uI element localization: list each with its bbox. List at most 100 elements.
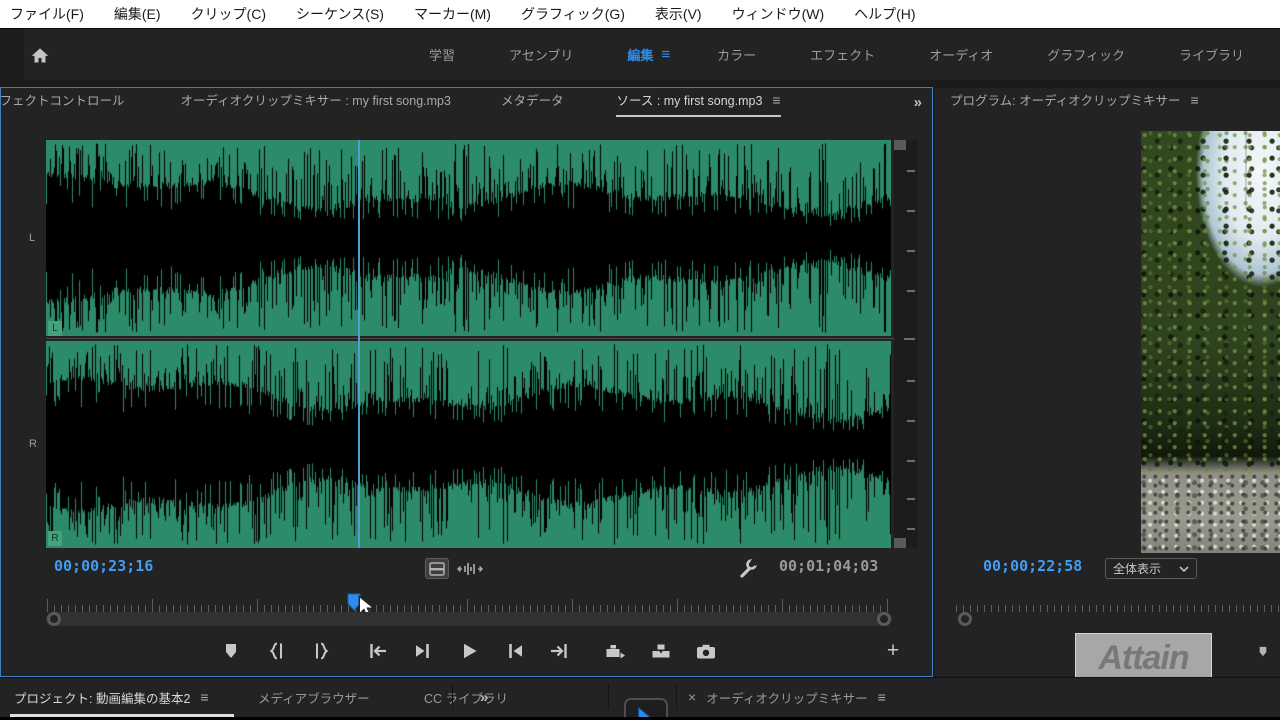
- film-strip-icon: [429, 562, 445, 576]
- menu-item-5[interactable]: グラフィック(G): [521, 4, 625, 24]
- source-panel-tab-2[interactable]: メタデータ: [501, 90, 564, 117]
- panel-menu-icon[interactable]: ≡: [772, 92, 780, 108]
- step-forward-button[interactable]: [502, 638, 528, 664]
- export-frame-button[interactable]: [693, 638, 719, 664]
- source-zoom-scrollbar[interactable]: [46, 612, 892, 626]
- ruler-tick: [313, 605, 314, 612]
- workspace-tab-6[interactable]: グラフィック: [1020, 45, 1152, 64]
- workspace-tab-3[interactable]: カラー: [690, 45, 783, 64]
- program-add-marker-button[interactable]: [1255, 644, 1271, 659]
- play-button[interactable]: [456, 638, 482, 664]
- video-riverbed: [1141, 473, 1280, 553]
- ruler-tick: [984, 605, 985, 612]
- bottom-overflow-chevron[interactable]: »: [480, 678, 488, 716]
- menu-item-7[interactable]: ウィンドウ(W): [732, 4, 825, 24]
- ruler-tick: [831, 605, 832, 612]
- zoom-handle-right[interactable]: [877, 612, 891, 626]
- ruler-tick: [61, 605, 62, 612]
- step-back-button[interactable]: [410, 638, 436, 664]
- zoom-level-select[interactable]: 全体表示: [1105, 558, 1197, 579]
- left-channel-badge: L: [48, 321, 62, 336]
- ruler-tick: [1047, 605, 1048, 612]
- drag-video-only-button[interactable]: [425, 558, 449, 579]
- ruler-tick: [138, 605, 139, 612]
- drag-audio-only-button[interactable]: [457, 560, 483, 578]
- mark-out-button[interactable]: [306, 638, 332, 664]
- tab-audio-clip-mixer[interactable]: × オーディオクリップミキサー ≡: [688, 678, 886, 716]
- add-marker-button[interactable]: [218, 638, 244, 664]
- menu-item-8[interactable]: ヘルプ(H): [854, 4, 915, 24]
- workspace-tab-5[interactable]: オーディオ: [902, 45, 1020, 64]
- menu-item-1[interactable]: 編集(E): [114, 4, 161, 24]
- menu-item-3[interactable]: シーケンス(S): [296, 4, 384, 24]
- panel-menu-icon[interactable]: ≡: [200, 689, 208, 705]
- ruler-tick: [432, 605, 433, 612]
- ruler-tick: [761, 605, 762, 612]
- tab-label: ソース : my first song.mp3: [616, 90, 762, 109]
- bottom-tab-2[interactable]: CC ライブラリ: [424, 678, 508, 716]
- header-left-strip: [0, 29, 24, 80]
- ruler-tick: [670, 605, 671, 612]
- source-position-timecode[interactable]: 00;00;23;16: [54, 557, 153, 575]
- overwrite-button[interactable]: [648, 638, 674, 664]
- button-editor-plus[interactable]: +: [880, 638, 906, 664]
- ruler-tick: [1019, 605, 1020, 612]
- zoom-handle-left[interactable]: [47, 612, 61, 626]
- mark-out-icon: [307, 641, 331, 661]
- ruler-tick: [124, 605, 125, 612]
- ruler-tick: [495, 605, 496, 612]
- ruler-tick: [96, 605, 97, 612]
- tab-overflow-chevron[interactable]: »: [914, 94, 922, 111]
- ruler-tick: [803, 605, 804, 612]
- ruler-tick: [236, 605, 237, 612]
- home-button[interactable]: [28, 43, 52, 67]
- source-panel-tab-1[interactable]: オーディオクリップミキサー : my first song.mp3: [181, 90, 451, 117]
- panel-menu-icon[interactable]: ≡: [878, 689, 886, 705]
- ruler-tick: [1054, 605, 1055, 612]
- tab-program-monitor[interactable]: プログラム: オーディオクリップミキサー ≡: [950, 90, 1199, 117]
- workspace-tab-4[interactable]: エフェクト: [783, 45, 902, 64]
- ruler-tick: [1082, 605, 1083, 612]
- source-time-ruler[interactable]: [46, 598, 892, 612]
- go-to-out-button[interactable]: [546, 638, 572, 664]
- panel-menu-icon[interactable]: ≡: [1190, 92, 1198, 108]
- close-icon[interactable]: ×: [688, 689, 696, 705]
- left-channel-label: L: [29, 232, 41, 244]
- program-zoom-handle[interactable]: [958, 612, 972, 626]
- workspace-menu-icon[interactable]: ≡: [661, 46, 690, 63]
- ruler-tick: [194, 605, 195, 612]
- ruler-tick: [684, 605, 685, 612]
- settings-button[interactable]: [737, 558, 759, 578]
- mark-in-button[interactable]: [266, 638, 292, 664]
- program-position-timecode[interactable]: 00;00;22;58: [983, 557, 1082, 575]
- program-time-ruler[interactable]: [955, 598, 1280, 612]
- ruler-tick: [1243, 605, 1244, 612]
- ruler-tick: [1103, 605, 1104, 612]
- insert-button[interactable]: [602, 638, 628, 664]
- db-tick: [907, 460, 915, 462]
- ruler-tick: [1229, 605, 1230, 612]
- workspace-tab-7[interactable]: ライブラリ: [1152, 45, 1271, 64]
- bottom-tab-0[interactable]: プロジェクト: 動画編集の基本2≡: [14, 678, 209, 716]
- workspace-tab-1[interactable]: アセンブリ: [482, 45, 600, 64]
- ruler-tick: [390, 605, 391, 612]
- ruler-tick: [229, 605, 230, 612]
- insert-icon: [603, 641, 627, 661]
- menu-item-4[interactable]: マーカー(M): [414, 4, 491, 24]
- source-panel-tab-0[interactable]: エフェクトコントロール: [0, 90, 125, 117]
- program-panel-group: プログラム: オーディオクリップミキサー ≡ 00;00;22;58 全体表示 …: [935, 88, 1280, 676]
- ruler-tick: [544, 605, 545, 612]
- ruler-tick: [47, 599, 48, 612]
- menu-item-0[interactable]: ファイル(F): [10, 4, 84, 24]
- ruler-tick: [977, 605, 978, 612]
- menu-item-2[interactable]: クリップ(C): [191, 4, 266, 24]
- menu-item-6[interactable]: 表示(V): [655, 4, 702, 24]
- ruler-tick: [838, 605, 839, 612]
- bottom-tab-1[interactable]: メディアブラウザー: [258, 678, 370, 716]
- source-panel-tab-3[interactable]: ソース : my first song.mp3 ≡: [616, 90, 780, 117]
- workspace-tab-2[interactable]: 編集: [600, 45, 661, 64]
- workspace-tab-0[interactable]: 学習: [402, 45, 482, 64]
- go-to-in-button[interactable]: [365, 638, 391, 664]
- ruler-tick: [1208, 605, 1209, 612]
- step-back-icon: [411, 641, 435, 661]
